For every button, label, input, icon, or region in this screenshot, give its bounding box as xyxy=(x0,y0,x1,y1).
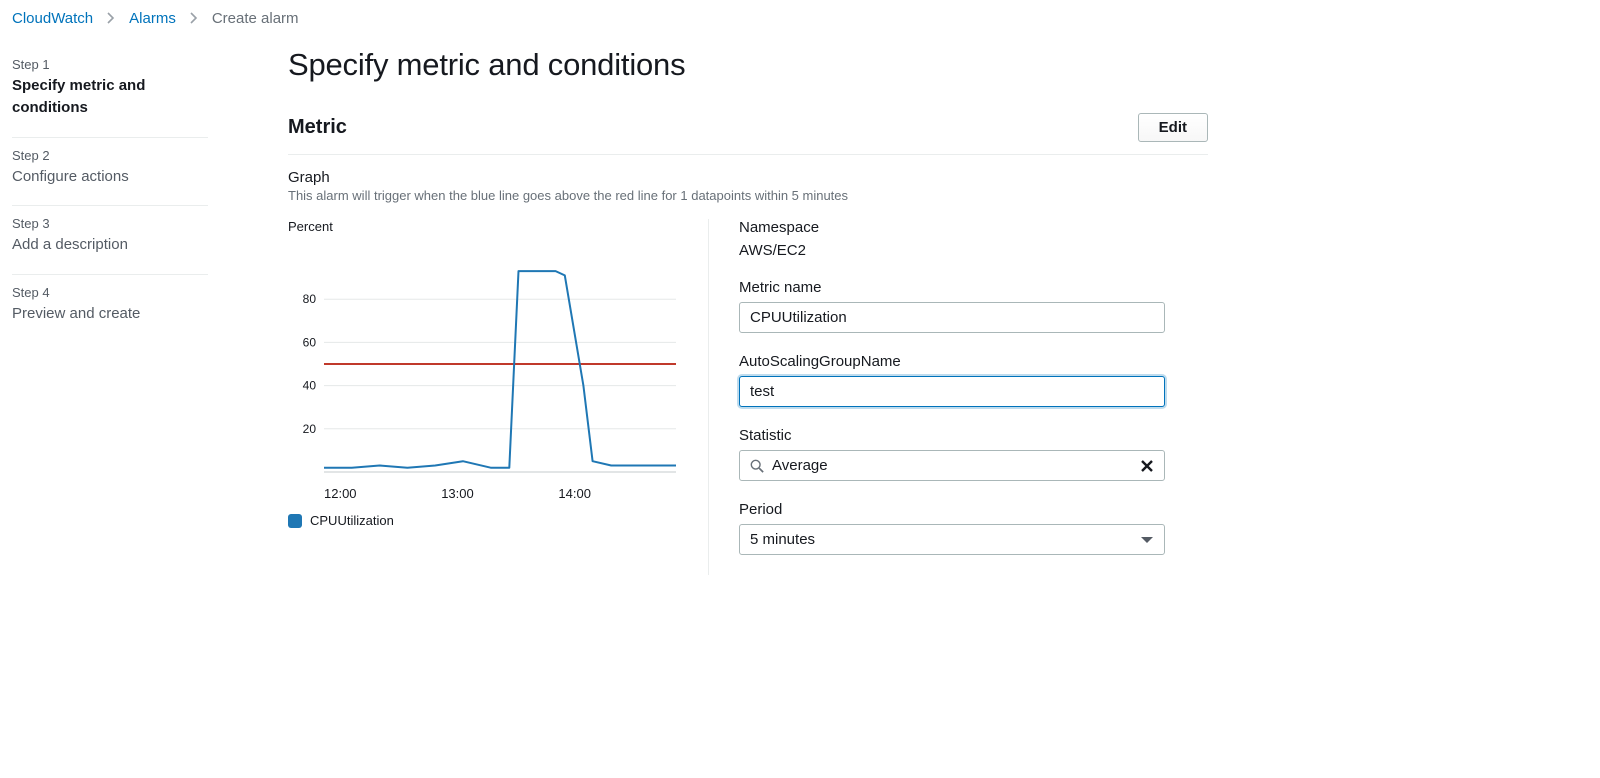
step-1[interactable]: Step 1 Specify metric and conditions xyxy=(12,47,208,138)
graph-description: This alarm will trigger when the blue li… xyxy=(288,188,1208,203)
period-select[interactable]: 5 minutes xyxy=(739,524,1165,555)
chevron-down-icon xyxy=(1140,535,1154,545)
svg-text:80: 80 xyxy=(303,292,317,306)
step-label: Step 1 xyxy=(12,57,206,72)
chevron-right-icon xyxy=(107,11,115,27)
period-label: Period xyxy=(739,501,1208,518)
statistic-value: Average xyxy=(772,457,1140,474)
step-title: Configure actions xyxy=(12,166,206,188)
section-header: Metric Edit xyxy=(288,113,1208,155)
graph-title: Graph xyxy=(288,169,1208,186)
breadcrumb-alarms[interactable]: Alarms xyxy=(129,10,176,27)
step-title: Specify metric and conditions xyxy=(12,75,206,119)
metric-name-label: Metric name xyxy=(739,279,1208,296)
section-heading: Metric xyxy=(288,116,347,139)
svg-text:20: 20 xyxy=(303,422,317,436)
svg-text:60: 60 xyxy=(303,335,317,349)
namespace-value: AWS/EC2 xyxy=(739,242,1208,259)
step-label: Step 2 xyxy=(12,148,206,163)
metric-name-input[interactable] xyxy=(739,302,1165,333)
svg-text:40: 40 xyxy=(303,379,317,393)
step-3[interactable]: Step 3 Add a description xyxy=(12,206,208,275)
period-value: 5 minutes xyxy=(750,531,1140,548)
breadcrumb: CloudWatch Alarms Create alarm xyxy=(0,0,1600,35)
legend-label: CPUUtilization xyxy=(310,513,394,528)
chevron-right-icon xyxy=(190,11,198,27)
legend-swatch xyxy=(288,514,302,528)
graph-pane: Percent 20 40 60 80 12:0013:0014:00 CPUUtil… xyxy=(288,219,708,528)
form-pane: Namespace AWS/EC2 Metric name AutoScalin… xyxy=(708,219,1208,575)
page-title: Specify metric and conditions xyxy=(288,47,1208,83)
step-label: Step 3 xyxy=(12,216,206,231)
search-icon xyxy=(750,459,764,473)
step-list: Step 1 Specify metric and conditions Ste… xyxy=(12,47,208,343)
step-title: Add a description xyxy=(12,234,206,256)
legend: CPUUtilization xyxy=(288,513,678,528)
breadcrumb-root[interactable]: CloudWatch xyxy=(12,10,93,27)
step-2[interactable]: Step 2 Configure actions xyxy=(12,138,208,207)
clear-icon[interactable] xyxy=(1140,459,1154,473)
step-4[interactable]: Step 4 Preview and create xyxy=(12,275,208,343)
statistic-label: Statistic xyxy=(739,427,1208,444)
y-axis-label: Percent xyxy=(288,219,678,234)
edit-button[interactable]: Edit xyxy=(1138,113,1208,142)
statistic-combobox[interactable]: Average xyxy=(739,450,1165,481)
breadcrumb-current: Create alarm xyxy=(212,10,299,27)
asg-label: AutoScalingGroupName xyxy=(739,353,1208,370)
asg-input[interactable] xyxy=(739,376,1165,407)
x-axis-ticks: 12:0013:0014:00 xyxy=(324,486,676,501)
chart: 20 40 60 80 xyxy=(288,252,688,482)
namespace-label: Namespace xyxy=(739,219,1208,236)
step-label: Step 4 xyxy=(12,285,206,300)
step-title: Preview and create xyxy=(12,303,206,325)
